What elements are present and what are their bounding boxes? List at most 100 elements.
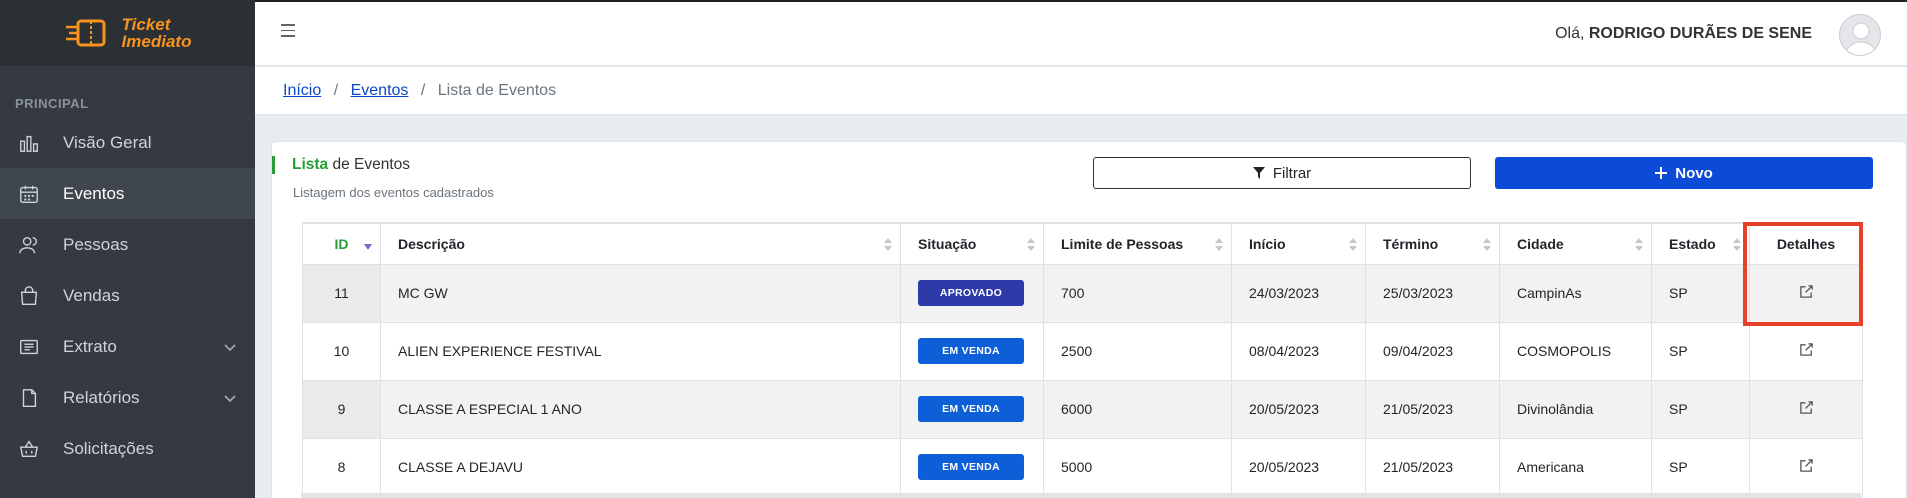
cell-limite: 2500 — [1043, 321, 1232, 381]
new-event-button[interactable]: Novo — [1495, 157, 1873, 189]
column-header-descricao[interactable]: Descrição — [380, 222, 901, 265]
breadcrumb: Início / Eventos / Lista de Eventos — [255, 67, 1907, 115]
events-table: ID Descrição Situação Limite de Pessoas … — [302, 222, 1863, 497]
sidebar-item-label: Extrato — [63, 336, 117, 356]
hamburger-menu-icon[interactable] — [281, 24, 301, 44]
cell-estado: SP — [1651, 321, 1750, 381]
sort-icon — [884, 238, 892, 252]
cell-id: 8 — [302, 437, 381, 497]
cell-cidade: CampinAs — [1499, 263, 1652, 323]
status-badge: EM VENDA — [918, 338, 1024, 364]
sidebar: Ticket Imediato PRINCIPAL Visão Geral Ev… — [0, 0, 255, 498]
sort-icon — [1483, 238, 1491, 252]
column-header-termino[interactable]: Término — [1365, 222, 1500, 265]
sidebar-item-extrato[interactable]: Extrato — [0, 321, 255, 372]
filter-button[interactable]: Filtrar — [1093, 157, 1471, 189]
cell-limite: 700 — [1043, 263, 1232, 323]
table-row: 8 CLASSE A DEJAVU EM VENDA 5000 20/05/20… — [302, 437, 1863, 497]
sort-icon — [1349, 238, 1357, 252]
page-title: Lista de Eventos — [272, 156, 410, 174]
bar-chart-icon — [18, 132, 40, 154]
external-link-icon[interactable] — [1799, 285, 1814, 302]
calendar-icon — [18, 183, 40, 205]
users-icon — [18, 234, 40, 256]
user-name: RODRIGO DURÃES DE SENE — [1588, 25, 1812, 42]
column-header-inicio[interactable]: Início — [1231, 222, 1366, 265]
table-next-row-partial — [301, 493, 1861, 498]
cell-inicio: 24/03/2023 — [1231, 263, 1366, 323]
sidebar-item-label: Relatórios — [63, 387, 140, 407]
cell-termino: 09/04/2023 — [1365, 321, 1500, 381]
cell-inicio: 08/04/2023 — [1231, 321, 1366, 381]
breadcrumb-separator: / — [333, 82, 339, 99]
avatar[interactable] — [1839, 14, 1881, 56]
cell-inicio: 20/05/2023 — [1231, 437, 1366, 497]
table-row: 10 ALIEN EXPERIENCE FESTIVAL EM VENDA 25… — [302, 321, 1863, 381]
cell-limite: 5000 — [1043, 437, 1232, 497]
chevron-down-icon[interactable] — [223, 339, 237, 359]
sidebar-item-label: Vendas — [63, 285, 120, 305]
sidebar-item-label: Solicitações — [63, 438, 154, 458]
table-row: 9 CLASSE A ESPECIAL 1 ANO EM VENDA 6000 … — [302, 379, 1863, 439]
column-header-detalhes: Detalhes — [1749, 222, 1863, 265]
sidebar-item-visao-geral[interactable]: Visão Geral — [0, 117, 255, 168]
status-badge: EM VENDA — [918, 454, 1024, 480]
status-badge: APROVADO — [918, 280, 1024, 306]
cell-descricao: MC GW — [380, 263, 901, 323]
cell-id: 11 — [302, 263, 381, 323]
chevron-down-icon[interactable] — [223, 390, 237, 410]
filter-icon — [1252, 167, 1265, 179]
cell-descricao: CLASSE A DEJAVU — [380, 437, 901, 497]
cell-descricao: ALIEN EXPERIENCE FESTIVAL — [380, 321, 901, 381]
cell-id: 9 — [302, 379, 381, 439]
cell-termino: 21/05/2023 — [1365, 379, 1500, 439]
cell-termino: 25/03/2023 — [1365, 263, 1500, 323]
status-badge: EM VENDA — [918, 396, 1024, 422]
table-row: 11 MC GW APROVADO 700 24/03/2023 25/03/2… — [302, 263, 1863, 323]
cell-estado: SP — [1651, 379, 1750, 439]
external-link-icon[interactable] — [1799, 459, 1814, 476]
events-card: Lista de Eventos Listagem dos eventos ca… — [271, 141, 1907, 498]
user-greeting: Olá, RODRIGO DURÃES DE SENE — [1555, 25, 1812, 42]
cell-cidade: COSMOPOLIS — [1499, 321, 1652, 381]
sidebar-item-vendas[interactable]: Vendas — [0, 270, 255, 321]
breadcrumb-events-link[interactable]: Eventos — [351, 82, 409, 99]
basket-icon — [18, 438, 40, 460]
sidebar-item-eventos[interactable]: Eventos — [0, 168, 255, 219]
breadcrumb-separator: / — [420, 82, 426, 99]
breadcrumb-home-link[interactable]: Início — [283, 82, 321, 99]
sort-icon — [1027, 238, 1035, 252]
sidebar-item-label: Visão Geral — [63, 132, 152, 152]
sort-icon — [1635, 238, 1643, 252]
cell-limite: 6000 — [1043, 379, 1232, 439]
document-icon — [18, 387, 40, 409]
top-header: Olá, RODRIGO DURÃES DE SENE — [255, 0, 1907, 66]
cell-estado: SP — [1651, 437, 1750, 497]
logo[interactable]: Ticket Imediato — [0, 0, 255, 66]
table-header-row: ID Descrição Situação Limite de Pessoas … — [302, 222, 1863, 265]
cell-id: 10 — [302, 321, 381, 381]
sort-icon — [1733, 238, 1741, 252]
external-link-icon[interactable] — [1799, 343, 1814, 360]
shopping-bag-icon — [18, 285, 40, 307]
sidebar-item-pessoas[interactable]: Pessoas — [0, 219, 255, 270]
receipt-icon — [18, 336, 40, 358]
column-header-estado[interactable]: Estado — [1651, 222, 1750, 265]
cell-inicio: 20/05/2023 — [1231, 379, 1366, 439]
column-header-limite[interactable]: Limite de Pessoas — [1043, 222, 1232, 265]
external-link-icon[interactable] — [1799, 401, 1814, 418]
column-header-cidade[interactable]: Cidade — [1499, 222, 1652, 265]
plus-icon — [1655, 167, 1668, 179]
cell-termino: 21/05/2023 — [1365, 437, 1500, 497]
cell-estado: SP — [1651, 263, 1750, 323]
sidebar-item-relatorios[interactable]: Relatórios — [0, 372, 255, 423]
sidebar-item-solicitacoes[interactable]: Solicitações — [0, 423, 255, 474]
logo-text-line1: Ticket — [121, 15, 171, 34]
sort-icon — [1215, 238, 1223, 252]
sort-desc-icon — [364, 244, 372, 250]
column-header-situacao[interactable]: Situação — [900, 222, 1044, 265]
page-subtitle: Listagem dos eventos cadastrados — [293, 185, 494, 200]
cell-cidade: Americana — [1499, 437, 1652, 497]
breadcrumb-current: Lista de Eventos — [437, 82, 557, 99]
column-header-id[interactable]: ID — [302, 222, 381, 265]
